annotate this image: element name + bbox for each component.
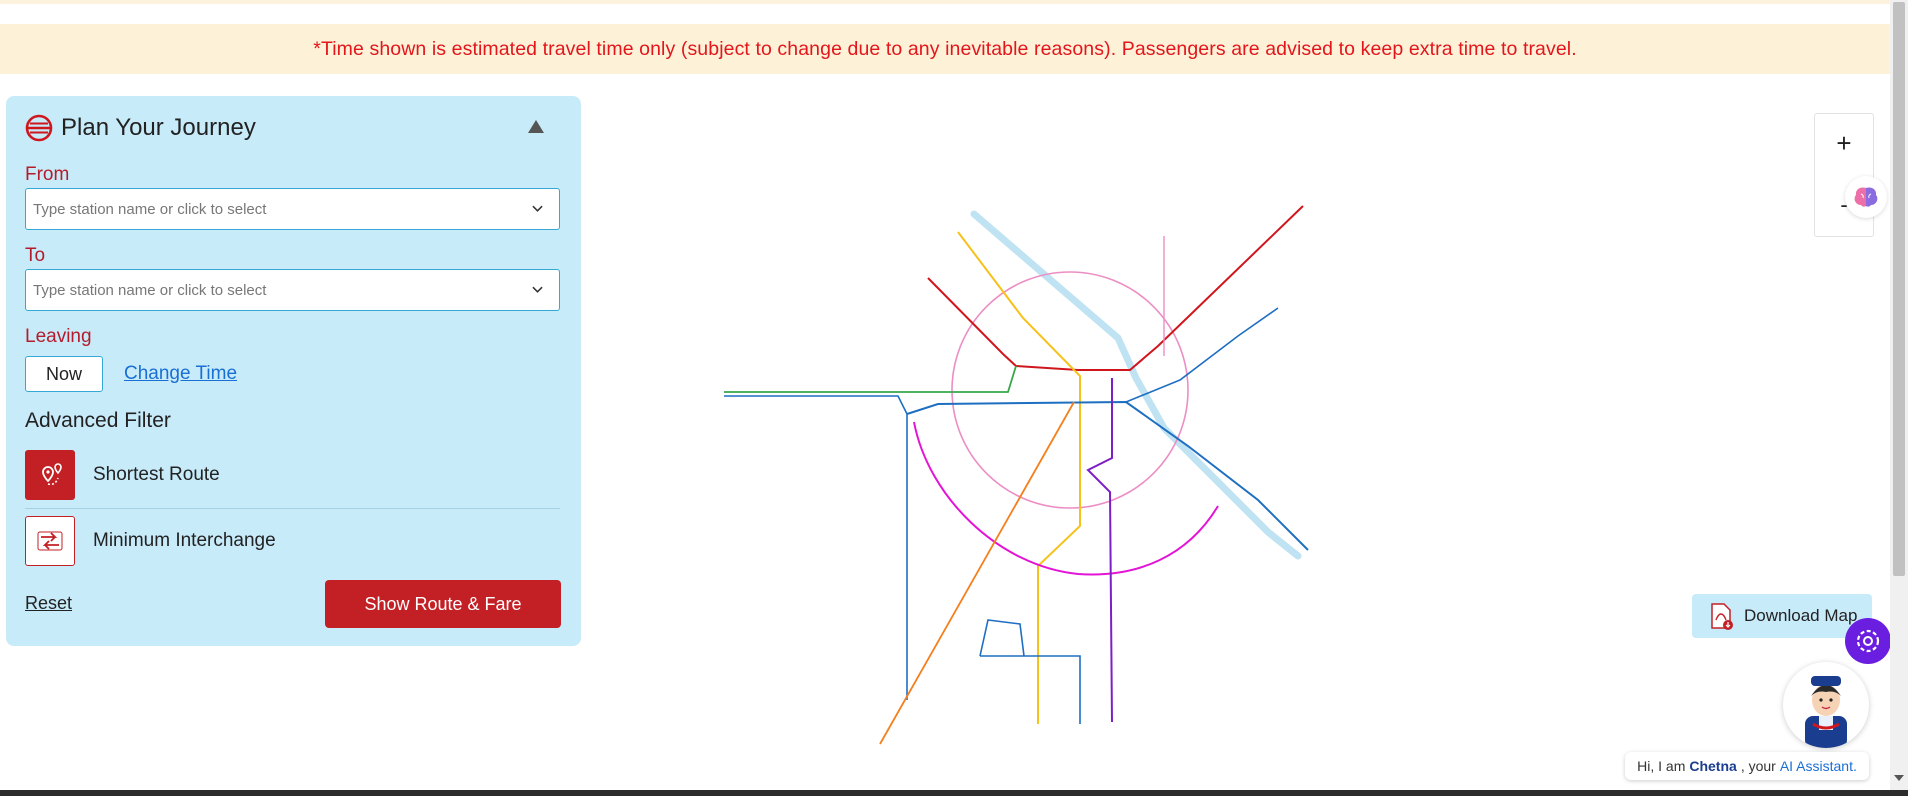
assistant-role: AI Assistant.: [1779, 758, 1857, 774]
river-yamuna: [970, 210, 1302, 560]
zoom-in-button[interactable]: +: [1815, 114, 1873, 172]
from-station-select[interactable]: Type station name or click to select: [25, 188, 560, 230]
reset-link[interactable]: Reset: [25, 593, 72, 614]
greeting-prefix: Hi, I am: [1637, 758, 1686, 774]
zoom-controls: + -: [1814, 113, 1874, 237]
scroll-down-arrow-icon[interactable]: [1894, 775, 1904, 781]
scrollbar-thumb[interactable]: [1893, 2, 1905, 576]
travel-time-notice: *Time shown is estimated travel time onl…: [0, 24, 1890, 74]
pink-line-ring: [951, 271, 1189, 509]
pdf-download-icon: [1711, 603, 1733, 630]
magenta-line: [913, 421, 1219, 576]
show-route-fare-button[interactable]: Show Route & Fare: [325, 580, 561, 628]
advanced-filter-heading: Advanced Filter: [25, 409, 171, 432]
red-line: [927, 205, 1304, 371]
to-label: To: [25, 245, 46, 266]
change-time-link[interactable]: Change Time: [124, 363, 237, 385]
green-line: [724, 365, 1017, 393]
chetna-avatar[interactable]: [1783, 662, 1869, 748]
page-scrollbar[interactable]: [1890, 0, 1908, 790]
panel-header: Plan Your Journey: [25, 114, 256, 142]
metro-network-map[interactable]: [718, 196, 1338, 756]
interchange-arrows-icon: [25, 516, 75, 566]
greeting-mid: , your: [1740, 758, 1776, 774]
minimum-interchange-option[interactable]: Minimum Interchange: [25, 516, 560, 568]
chevron-down-icon: [532, 205, 543, 212]
assistant-greeting[interactable]: Hi, I am Chetna , your AI Assistant.: [1625, 752, 1869, 780]
journey-planner-panel: Plan Your Journey From Type station name…: [6, 96, 581, 646]
top-strip: [0, 0, 1890, 4]
filter-divider: [25, 508, 560, 509]
ai-brain-icon[interactable]: [1845, 176, 1887, 218]
download-map-button[interactable]: Download Map: [1692, 594, 1872, 638]
shortest-route-label: Shortest Route: [93, 464, 220, 485]
accessibility-settings-icon[interactable]: [1845, 618, 1891, 664]
to-station-select[interactable]: Type station name or click to select: [25, 269, 560, 311]
blue-line: [906, 400, 1309, 551]
chevron-down-icon: [532, 286, 543, 293]
notice-text: *Time shown is estimated travel time onl…: [313, 37, 1577, 60]
from-placeholder: Type station name or click to select: [33, 201, 267, 218]
collapse-arrow-icon[interactable]: [528, 120, 544, 133]
minimum-interchange-label: Minimum Interchange: [93, 530, 276, 551]
to-placeholder: Type station name or click to select: [33, 282, 267, 299]
grey-loop: [979, 619, 1081, 724]
panel-title: Plan Your Journey: [61, 114, 256, 141]
grey-line: [724, 395, 908, 700]
violet-line: [1086, 378, 1113, 723]
route-pin-icon: [25, 450, 75, 500]
yellow-line: [957, 231, 1081, 724]
from-label: From: [25, 164, 70, 185]
bottom-strip: [0, 790, 1908, 796]
shortest-route-option[interactable]: Shortest Route: [25, 450, 560, 502]
orange-line: [879, 401, 1075, 745]
leaving-label: Leaving: [25, 326, 92, 347]
metro-logo-icon: [25, 114, 53, 142]
download-map-label: Download Map: [1744, 606, 1858, 625]
assistant-name: Chetna: [1689, 758, 1737, 774]
now-button[interactable]: Now: [25, 356, 103, 392]
